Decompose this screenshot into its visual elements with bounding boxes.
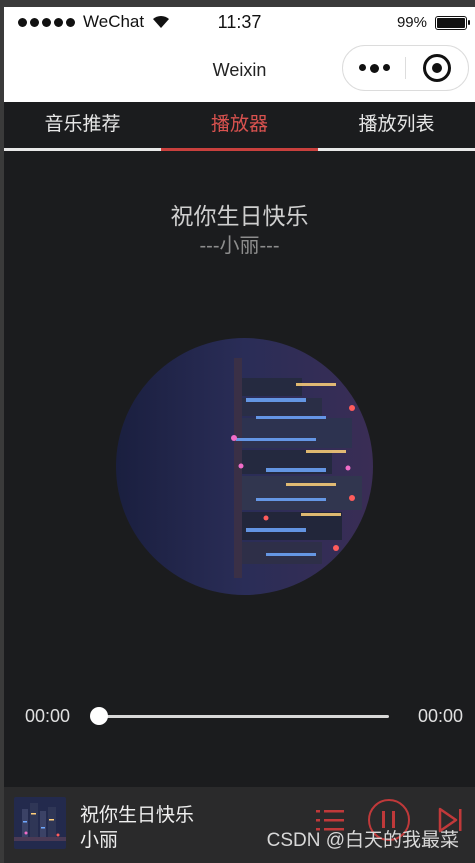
- status-bar: WeChat 11:37 99%: [4, 7, 475, 39]
- song-title: 祝你生日快乐: [170, 203, 309, 229]
- phone-screen: WeChat 11:37 99% Weixin 音乐推荐 播放器 播放列表 祝你…: [4, 7, 475, 863]
- tab-bar: 音乐推荐 播放器 播放列表: [4, 102, 475, 151]
- tab-player[interactable]: 播放器: [161, 102, 318, 151]
- mini-song-title: 祝你生日快乐: [80, 805, 195, 826]
- battery-icon: [435, 15, 470, 30]
- mini-cover-image: [14, 797, 66, 849]
- mini-song-artist: 小丽: [80, 830, 119, 851]
- battery-percent: 99%: [396, 14, 427, 31]
- album-cover-disc: [116, 338, 373, 595]
- menu-capsule: [342, 45, 469, 91]
- more-options-icon[interactable]: [343, 63, 405, 73]
- close-miniprogram-icon[interactable]: [406, 54, 468, 82]
- current-time: 00:00: [25, 706, 71, 726]
- song-artist: ---小丽---: [199, 235, 280, 257]
- total-time: 00:00: [417, 706, 463, 726]
- watermark: CSDN @白天的我最菜: [266, 830, 459, 851]
- tab-playlist[interactable]: 播放列表: [318, 102, 475, 148]
- battery-group: 99%: [396, 14, 470, 31]
- city-night-image: [116, 338, 373, 595]
- progress-slider[interactable]: [98, 715, 389, 718]
- tab-recommend[interactable]: 音乐推荐: [4, 102, 161, 148]
- navigation-bar: Weixin: [4, 39, 475, 102]
- progress-thumb[interactable]: [90, 707, 108, 725]
